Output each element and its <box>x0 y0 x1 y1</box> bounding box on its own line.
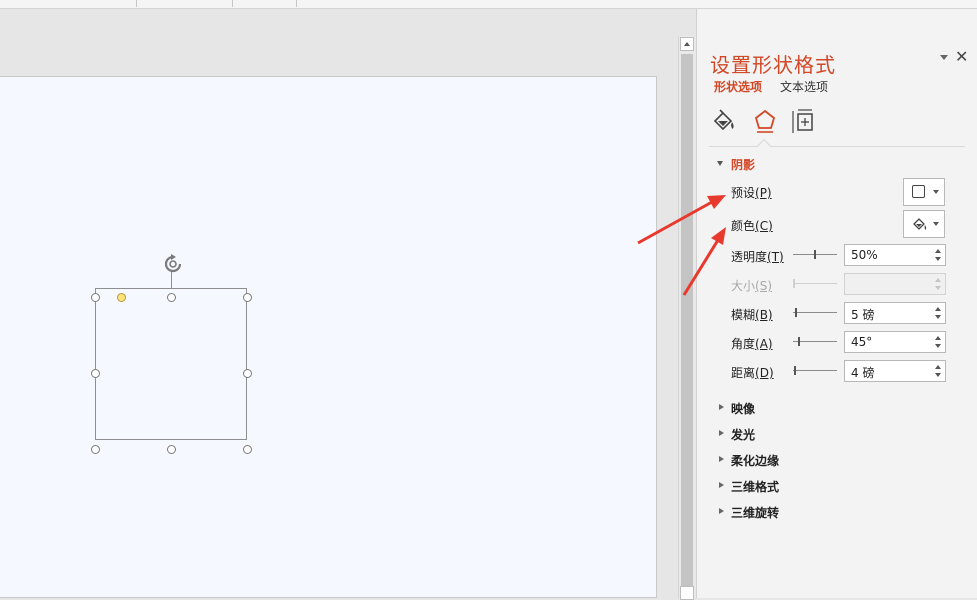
tab-shape-options[interactable]: 形状选项 <box>714 78 762 95</box>
section-collapsed-icon[interactable] <box>719 508 724 514</box>
section-soft-edges[interactable]: 柔化边缘 <box>731 452 779 469</box>
section-collapsed-icon[interactable] <box>719 430 724 436</box>
spin-down-icon[interactable] <box>935 286 941 290</box>
resize-handle-bottom-left[interactable] <box>91 445 100 454</box>
section-3d-rotation[interactable]: 三维旋转 <box>731 504 779 521</box>
resize-handle-top-right[interactable] <box>243 293 252 302</box>
transparency-value: 50% <box>851 248 878 262</box>
resize-handle-bottom[interactable] <box>167 445 176 454</box>
slider-knob[interactable] <box>793 279 795 288</box>
fill-line-icon[interactable] <box>710 107 740 135</box>
effects-icon[interactable] <box>750 107 780 135</box>
ribbon-strip <box>0 0 977 9</box>
angle-value: 45° <box>851 335 873 349</box>
size-properties-icon[interactable] <box>789 107 819 135</box>
color-dropdown-button[interactable] <box>903 210 945 238</box>
transparency-spinner[interactable]: 50% <box>844 244 946 266</box>
color-label: 颜色(C) <box>731 219 773 233</box>
scroll-thumb[interactable] <box>681 54 693 590</box>
spin-down-icon[interactable] <box>935 257 941 261</box>
section-3d-format[interactable]: 三维格式 <box>731 478 779 495</box>
angle-spinner[interactable]: 45° <box>844 331 946 353</box>
size-spinner[interactable] <box>844 273 946 295</box>
pane-options-chevron-icon[interactable] <box>940 55 948 60</box>
slider-knob[interactable] <box>814 250 816 259</box>
selected-rectangle-shape[interactable] <box>95 288 247 440</box>
section-reflection[interactable]: 映像 <box>731 400 755 417</box>
preset-dropdown-button[interactable] <box>903 178 945 206</box>
format-shape-pane: 设置形状格式 ✕ 形状选项 文本选项 阴影 预设(P) 颜色(C) 透明度(T)… <box>696 9 977 598</box>
angle-label: 角度(A) <box>731 337 773 351</box>
slider-knob[interactable] <box>794 366 796 375</box>
resize-handle-top[interactable] <box>167 293 176 302</box>
resize-handle-top-left[interactable] <box>91 293 100 302</box>
distance-value: 4 磅 <box>851 366 875 380</box>
adjust-handle[interactable] <box>117 293 126 302</box>
section-collapsed-icon[interactable] <box>719 482 724 488</box>
tab-icons-divider <box>709 146 965 147</box>
paint-bucket-icon <box>913 218 927 230</box>
blur-spinner[interactable]: 5 磅 <box>844 302 946 324</box>
ribbon-divider <box>296 0 297 7</box>
blur-label: 模糊(B) <box>731 308 773 322</box>
preset-label: 预设(P) <box>731 186 772 200</box>
slider-knob[interactable] <box>795 308 797 317</box>
section-collapsed-icon[interactable] <box>719 456 724 462</box>
section-expanded-icon[interactable] <box>717 161 723 166</box>
tab-text-options[interactable]: 文本选项 <box>780 78 828 95</box>
chevron-down-icon <box>933 222 939 226</box>
close-icon[interactable]: ✕ <box>955 49 968 65</box>
pane-title: 设置形状格式 <box>710 53 836 77</box>
spin-up-icon[interactable] <box>935 249 941 253</box>
angle-slider[interactable] <box>793 337 837 346</box>
section-collapsed-icon[interactable] <box>719 404 724 410</box>
distance-label: 距离(D) <box>731 366 774 380</box>
scroll-up-button[interactable] <box>680 37 694 51</box>
rotate-handle-icon[interactable] <box>160 252 186 276</box>
spin-down-icon[interactable] <box>935 373 941 377</box>
spin-up-icon[interactable] <box>935 365 941 369</box>
ribbon-divider <box>136 0 137 7</box>
transparency-label: 透明度(T) <box>731 250 784 264</box>
distance-slider[interactable] <box>793 366 837 375</box>
transparency-slider[interactable] <box>793 250 837 259</box>
section-shadow-header[interactable]: 阴影 <box>731 156 755 173</box>
spin-down-icon[interactable] <box>935 315 941 319</box>
chevron-down-icon <box>933 190 939 194</box>
section-glow[interactable]: 发光 <box>731 426 755 443</box>
vertical-scrollbar[interactable] <box>678 36 696 600</box>
slider-knob[interactable] <box>798 337 800 346</box>
spin-up-icon[interactable] <box>935 307 941 311</box>
spin-up-icon[interactable] <box>935 278 941 282</box>
selected-icon-indicator <box>756 138 772 154</box>
size-slider[interactable] <box>793 279 837 288</box>
resize-handle-right[interactable] <box>243 369 252 378</box>
spin-up-icon[interactable] <box>935 336 941 340</box>
resize-handle-bottom-right[interactable] <box>243 445 252 454</box>
blur-value: 5 磅 <box>851 308 875 322</box>
distance-spinner[interactable]: 4 磅 <box>844 360 946 382</box>
ribbon-divider <box>232 0 233 7</box>
blur-slider[interactable] <box>793 308 837 317</box>
preset-square-icon <box>912 185 925 198</box>
size-label: 大小(S) <box>731 279 772 293</box>
resize-handle-left[interactable] <box>91 369 100 378</box>
spin-down-icon[interactable] <box>935 344 941 348</box>
